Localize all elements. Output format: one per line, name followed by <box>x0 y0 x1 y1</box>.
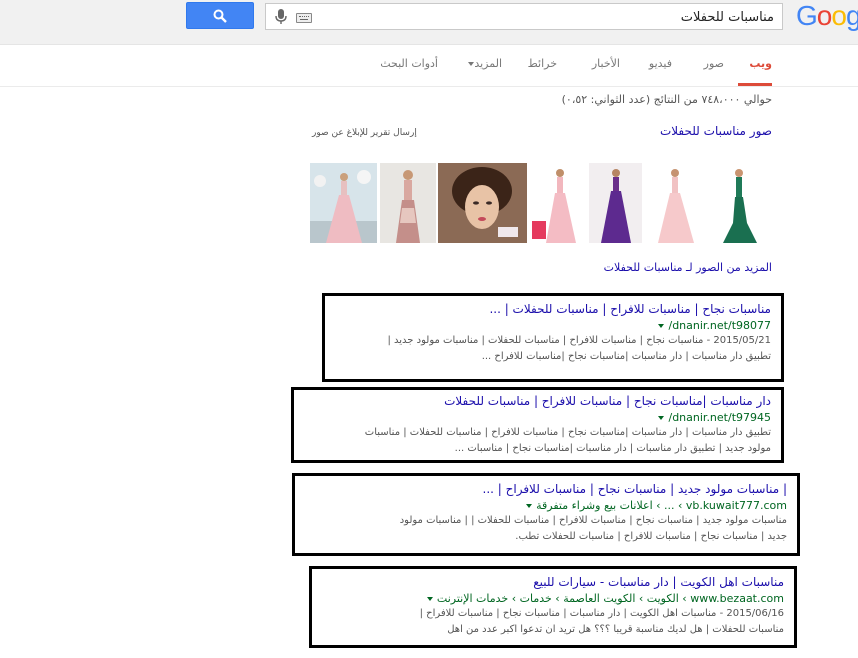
result-snippet-line: تطبيق دار مناسبات | دار مناسبات |مناسبات… <box>481 351 771 362</box>
result-url-text: dnanir.net/t97945/ <box>668 411 771 424</box>
tab-search-tools[interactable]: أدوات البحث <box>380 57 438 70</box>
search-tabs: ويب صور فيديو الأخبار خرائط المزيد أدوات… <box>0 45 858 87</box>
result-url-text: dnanir.net/t98077/ <box>668 319 771 332</box>
images-heading-link[interactable]: صور مناسبات للحفلات <box>660 124 772 138</box>
chevron-down-icon[interactable] <box>526 504 533 508</box>
result-snippet-line: مناسبات للحفلات | هل لديك مناسبة قريبا ؟… <box>447 624 784 635</box>
tab-images[interactable]: صور <box>704 57 724 70</box>
microphone-icon[interactable] <box>274 9 288 25</box>
image-thumbnail-3[interactable] <box>438 163 527 243</box>
result-title-link[interactable]: | مناسبات مولود جديد | مناسبات نجاح | من… <box>400 480 788 498</box>
tab-more-label: المزيد <box>474 57 502 70</box>
image-thumbnail-6[interactable] <box>644 163 704 243</box>
chevron-down-icon[interactable] <box>658 416 665 420</box>
result-stats: حوالي ٧٤٨،٠٠٠ من النتائج (عدد الثواني: ٠… <box>561 93 772 106</box>
search-result-1: مناسبات نجاح | مناسبات للافراح | مناسبات… <box>322 293 784 382</box>
result-snippet-line: مولود جديد | تطبيق دار مناسبات | دار منا… <box>454 443 771 454</box>
search-result-2: دار مناسبات |مناسبات نجاح | مناسبات للاف… <box>291 387 784 463</box>
chevron-down-icon[interactable] <box>426 597 433 601</box>
image-thumbnail-4[interactable] <box>530 163 587 243</box>
image-thumbnail-2[interactable] <box>380 163 436 243</box>
result-title-link[interactable]: مناسبات اهل الكويت | دار مناسبات - سيارا… <box>420 573 784 591</box>
result-url[interactable]: dnanir.net/t98077/ <box>387 318 771 333</box>
search-button[interactable] <box>186 2 254 29</box>
result-title-link[interactable]: دار مناسبات |مناسبات نجاح | مناسبات للاف… <box>365 392 771 410</box>
tab-news[interactable]: الأخبار <box>592 57 620 70</box>
keyboard-icon[interactable] <box>296 13 312 23</box>
search-result-3: | مناسبات مولود جديد | مناسبات نجاح | من… <box>292 473 800 556</box>
result-snippet-line: جديد | مناسبات نجاح | مناسبات للافراح | … <box>515 531 787 542</box>
result-url[interactable]: dnanir.net/t97945/ <box>365 410 771 425</box>
tab-more[interactable]: المزيد <box>464 57 502 70</box>
image-thumbnail-5[interactable] <box>589 163 642 243</box>
result-snippet-line: 2015/05/21 - مناسبات نجاح | مناسبات للاف… <box>387 335 771 346</box>
report-images-link[interactable]: إرسال تقرير للإبلاغ عن صور <box>312 128 417 138</box>
top-bar: Google <box>0 0 858 45</box>
image-thumbnail-7[interactable] <box>707 163 772 243</box>
image-thumbnails <box>310 163 772 243</box>
search-box[interactable] <box>265 3 783 30</box>
google-logo[interactable]: Google <box>796 0 858 34</box>
search-result-4: مناسبات اهل الكويت | دار مناسبات - سيارا… <box>309 566 797 648</box>
result-url[interactable]: vb.kuwait777.com › ... › اعلانات بيع وشر… <box>400 498 787 513</box>
chevron-down-icon[interactable] <box>658 324 665 328</box>
tab-web[interactable]: ويب <box>749 57 772 70</box>
result-url-text: www.bezaat.com › الكويت › الكويت العاصمة… <box>436 592 784 605</box>
tab-videos[interactable]: فيديو <box>649 57 672 70</box>
result-snippet-line: مناسبات مولود جديد | مناسبات نجاح | مناس… <box>399 515 787 526</box>
image-thumbnail-1[interactable] <box>310 163 377 243</box>
tab-maps[interactable]: خرائط <box>528 57 557 70</box>
magnifier-icon <box>213 9 227 23</box>
more-images-link[interactable]: المزيد من الصور لـ مناسبات للحفلات <box>604 261 772 274</box>
search-input[interactable] <box>334 7 774 27</box>
result-title-link[interactable]: مناسبات نجاح | مناسبات للافراح | مناسبات… <box>387 300 771 318</box>
result-url-text: vb.kuwait777.com › ... › اعلانات بيع وشر… <box>536 499 787 512</box>
active-tab-indicator <box>738 83 772 86</box>
result-snippet-line: تطبيق دار مناسبات | دار مناسبات |مناسبات… <box>364 427 771 438</box>
result-url[interactable]: www.bezaat.com › الكويت › الكويت العاصمة… <box>420 591 784 606</box>
result-snippet-line: 2015/06/16 - مناسبات اهل الكويت | دار من… <box>419 608 784 619</box>
